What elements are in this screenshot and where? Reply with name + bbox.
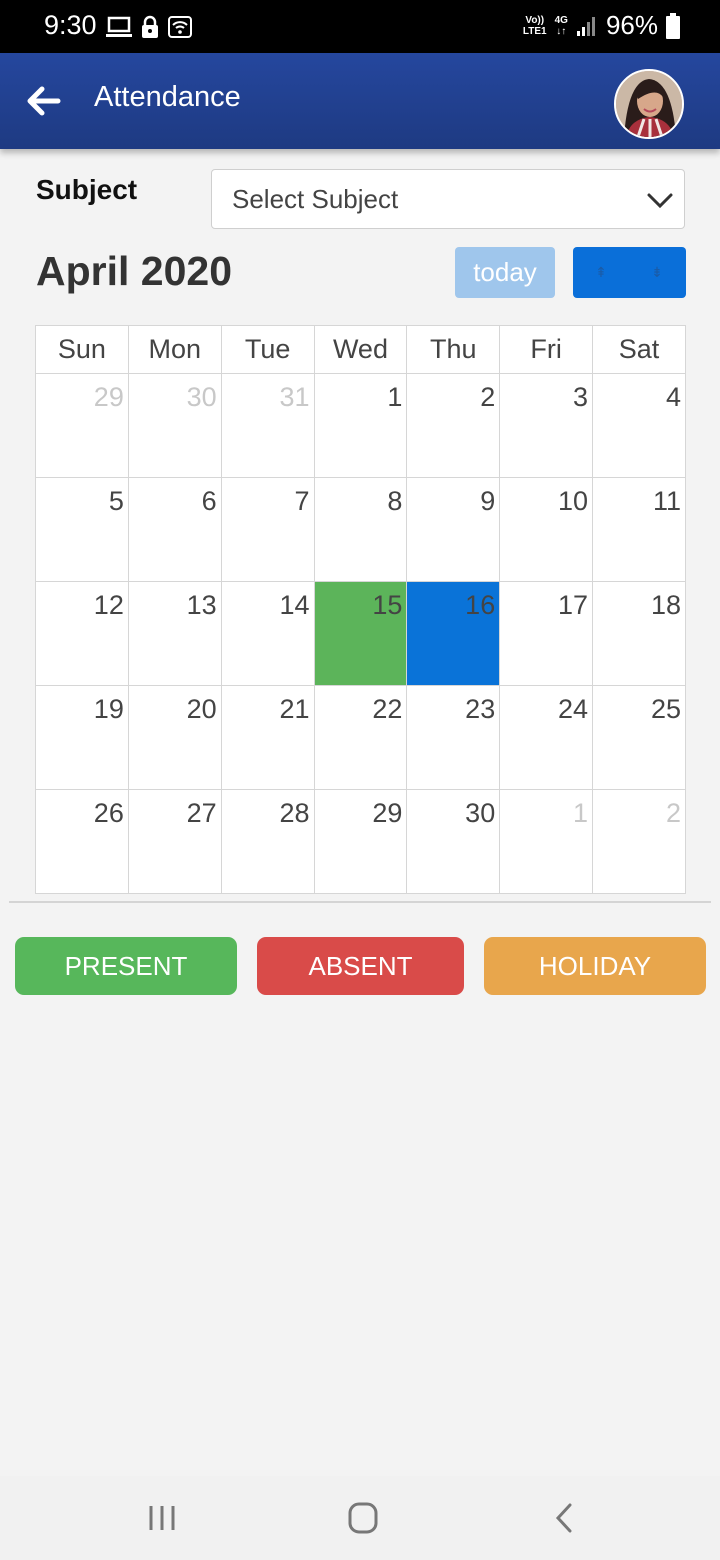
avatar-image	[616, 71, 682, 137]
app-bar: Attendance	[0, 53, 720, 149]
wifi-icon	[168, 16, 192, 38]
back-nav-icon[interactable]	[542, 1498, 586, 1538]
back-arrow-icon[interactable]	[22, 79, 66, 123]
battery-icon	[666, 12, 680, 39]
battery-percent: 96%	[605, 10, 658, 40]
subject-dropdown-value: Select Subject	[232, 184, 399, 214]
calendar-day-cell[interactable]: 28	[220, 789, 315, 894]
calendar-day-cell[interactable]: 6	[127, 477, 222, 582]
calendar-day-cell[interactable]: 10	[499, 477, 594, 582]
calendar-day-cell[interactable]: 23	[406, 685, 501, 790]
calendar-nav-group: ⇞ ⇟	[573, 247, 686, 298]
prev-month-button[interactable]: ⇞	[573, 247, 629, 298]
divider	[9, 901, 711, 903]
calendar-day-cell[interactable]: 30	[127, 373, 222, 478]
calendar-day-cell[interactable]: 5	[35, 477, 129, 582]
calendar-day-cell[interactable]: 29	[313, 789, 408, 894]
weekday-header: Thu	[406, 325, 501, 374]
home-icon[interactable]	[341, 1498, 385, 1538]
calendar-day-cell[interactable]: 20	[127, 685, 222, 790]
calendar-day-cell[interactable]: 8	[313, 477, 408, 582]
calendar-day-cell[interactable]: 22	[313, 685, 408, 790]
calendar-day-cell[interactable]: 2	[592, 789, 686, 894]
status-time: 9:30	[44, 10, 97, 40]
next-month-button[interactable]: ⇟	[629, 247, 685, 298]
calendar-day-cell[interactable]: 25	[592, 685, 686, 790]
calendar-day-cell[interactable]: 31	[220, 373, 315, 478]
calendar-day-cell[interactable]: 26	[35, 789, 129, 894]
status-bar: 9:30 Vo)) LTE1 4G ↓↑ 96%	[0, 0, 720, 53]
calendar-day-cell[interactable]: 12	[35, 581, 129, 686]
weekday-header: Sat	[592, 325, 686, 374]
calendar-day-cell[interactable]: 4	[592, 373, 686, 478]
calendar-month-title: April 2020	[36, 248, 232, 294]
system-nav-bar	[0, 1476, 720, 1560]
calendar-day-cell[interactable]: 1	[313, 373, 408, 478]
calendar-day-cell[interactable]: 9	[406, 477, 501, 582]
weekday-header: Wed	[313, 325, 408, 374]
calendar-week-row: 12 13 14 15 16 17 18	[35, 581, 686, 686]
calendar-day-cell[interactable]: 29	[35, 373, 129, 478]
calendar-day-cell[interactable]: 18	[592, 581, 686, 686]
status-icons-right: Vo)) LTE1 4G ↓↑ 96%	[523, 10, 680, 41]
calendar-week-row: 26 27 28 29 30 1 2	[35, 789, 686, 894]
today-button[interactable]: today	[455, 247, 555, 298]
page-title: Attendance	[94, 81, 241, 113]
lock-icon	[142, 15, 158, 38]
signal-icon	[576, 16, 595, 36]
subject-dropdown[interactable]: Select Subject	[211, 169, 685, 229]
prev-month-icon: ⇞	[595, 264, 607, 280]
volte-bottom: LTE1	[522, 25, 547, 37]
calendar-day-cell-selected[interactable]: 16	[406, 581, 501, 686]
calendar-day-cell[interactable]: 7	[220, 477, 315, 582]
avatar[interactable]	[614, 69, 684, 139]
calendar-day-cell-present[interactable]: 15	[313, 581, 408, 686]
network-type: 4G ↓↑	[555, 15, 568, 37]
laptop-icon	[106, 16, 132, 37]
present-button[interactable]: PRESENT	[15, 937, 237, 995]
calendar-day-cell[interactable]: 27	[127, 789, 222, 894]
weekday-header: Mon	[127, 325, 222, 374]
calendar-week-row: 5 6 7 8 9 10 11	[35, 477, 686, 582]
calendar-day-cell[interactable]: 30	[406, 789, 501, 894]
calendar-day-cell[interactable]: 3	[499, 373, 594, 478]
status-icons-left	[106, 12, 192, 42]
calendar-week-row: 29 30 31 1 2 3 4	[35, 373, 686, 478]
holiday-button[interactable]: HOLIDAY	[484, 937, 706, 995]
network-type-label: 4G	[554, 14, 568, 26]
calendar-day-cell[interactable]: 13	[127, 581, 222, 686]
calendar-grid: Sun Mon Tue Wed Thu Fri Sat 29 30 31 1 2…	[35, 325, 686, 894]
data-arrows-icon: ↓↑	[556, 25, 567, 37]
recent-apps-icon[interactable]	[140, 1498, 184, 1538]
volte-top: Vo))	[525, 14, 545, 26]
chevron-down-icon	[647, 193, 673, 209]
weekday-header: Sun	[35, 325, 129, 374]
volte-indicator: Vo)) LTE1	[523, 15, 547, 37]
calendar-day-cell[interactable]: 24	[499, 685, 594, 790]
weekday-header: Fri	[499, 325, 594, 374]
calendar-day-cell[interactable]: 14	[220, 581, 315, 686]
weekday-header-row: Sun Mon Tue Wed Thu Fri Sat	[35, 325, 686, 374]
calendar-day-cell[interactable]: 2	[406, 373, 501, 478]
calendar-day-cell[interactable]: 1	[499, 789, 594, 894]
next-month-icon: ⇟	[651, 264, 663, 280]
calendar-day-cell[interactable]: 17	[499, 581, 594, 686]
calendar-week-row: 19 20 21 22 23 24 25	[35, 685, 686, 790]
weekday-header: Tue	[220, 325, 315, 374]
absent-button[interactable]: ABSENT	[257, 937, 464, 995]
calendar-day-cell[interactable]: 19	[35, 685, 129, 790]
calendar-day-cell[interactable]: 21	[220, 685, 315, 790]
calendar-day-cell[interactable]: 11	[592, 477, 686, 582]
subject-label: Subject	[36, 174, 138, 205]
